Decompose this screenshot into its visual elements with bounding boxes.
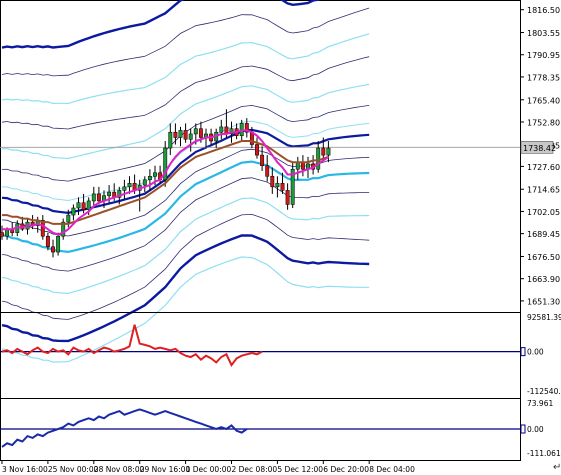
candle-down <box>45 235 50 248</box>
time-tick-label: 29 Nov 16:00 <box>140 465 191 474</box>
price-tick-label: 1727.60 <box>527 163 560 172</box>
price-tick-label: 1651.30 <box>527 297 560 306</box>
candle-down <box>255 144 259 156</box>
candle-up <box>56 235 61 253</box>
price-tick-label: 1752.80 <box>527 118 560 127</box>
candle-down <box>321 147 326 156</box>
osc1-tick-label: 0.00 <box>527 348 544 357</box>
candle-down <box>198 128 203 138</box>
price-tick-label: 1689.45 <box>527 230 560 239</box>
candle-up <box>326 147 331 156</box>
candle-up <box>66 214 71 223</box>
candle-up <box>219 126 224 133</box>
candle-up <box>153 172 157 177</box>
candle-up <box>295 161 300 170</box>
osc2-tick-label: 0.00 <box>527 425 544 434</box>
osc2-level-handle[interactable] <box>520 424 526 434</box>
candle-up <box>188 133 193 140</box>
candle-down <box>280 183 285 191</box>
candle-up <box>127 183 132 188</box>
candle-down <box>300 161 305 170</box>
candle-up <box>71 207 76 216</box>
price-tick-label: 1816.50 <box>527 6 560 15</box>
candle-up <box>178 130 183 138</box>
candle-up <box>147 176 152 181</box>
time-tick-label: 25 Nov 00:00 <box>48 465 99 474</box>
price-tick-label: 1765.40 <box>527 96 560 105</box>
candle-down <box>51 246 55 253</box>
price-tick-label: 1714.65 <box>527 186 560 195</box>
candle-down <box>183 130 188 140</box>
candle-down <box>96 193 101 202</box>
candle-up <box>76 202 81 209</box>
current-price-label: 1738.42 <box>523 144 556 153</box>
osc1-tick-label: 92581.39 <box>527 313 561 322</box>
price-tick-label: 1790.95 <box>527 51 560 60</box>
price-tick-label: 1803.55 <box>527 29 560 38</box>
time-tick-label: 5 Dec 12:00 <box>277 465 323 474</box>
candle-up <box>107 191 112 196</box>
time-tick-label: 1 Dec 00:00 <box>186 465 232 474</box>
osc1-level-handle[interactable] <box>520 347 526 357</box>
osc1-tick-label: -112540.71 <box>527 387 561 396</box>
price-tick-label: 1778.35 <box>527 73 560 82</box>
price-tick-label: 1702.05 <box>527 208 560 217</box>
candle-up <box>168 131 173 149</box>
candle-up <box>142 179 147 186</box>
time-tick-label: 28 Nov 08:00 <box>94 465 145 474</box>
time-tick-label: 6 Dec 20:00 <box>323 465 369 474</box>
time-tick-label: 2 Dec 08:00 <box>232 465 278 474</box>
chart-background <box>0 0 561 475</box>
osc2-tick-label: -111.061 <box>527 449 561 458</box>
price-tick-label: 1663.90 <box>527 275 560 284</box>
osc2-tick-label: 73.961 <box>527 399 553 408</box>
candle-down <box>260 154 265 166</box>
price-tick-label: 1676.50 <box>527 253 560 262</box>
time-tick-label: 8 Dec 04:00 <box>369 465 415 474</box>
candle-up <box>316 147 321 170</box>
return-icon: ↵ <box>553 462 561 473</box>
candle-up <box>275 183 280 188</box>
trading-chart: 1816.50 1803.55 1790.95 1778.35 1765.40 1752.… <box>0 0 561 475</box>
candle-down <box>265 165 270 177</box>
candle-up <box>86 200 91 211</box>
candle-down <box>270 176 275 188</box>
candle-down <box>173 131 178 138</box>
candle-down <box>285 190 290 205</box>
candle-up <box>5 228 10 237</box>
candle-up <box>122 186 127 191</box>
candle-up <box>193 128 198 135</box>
candle-up <box>91 193 96 202</box>
candle-down <box>81 202 86 211</box>
time-tick-label: 3 Nov 16:00 <box>2 465 48 474</box>
candle-down <box>0 232 4 237</box>
